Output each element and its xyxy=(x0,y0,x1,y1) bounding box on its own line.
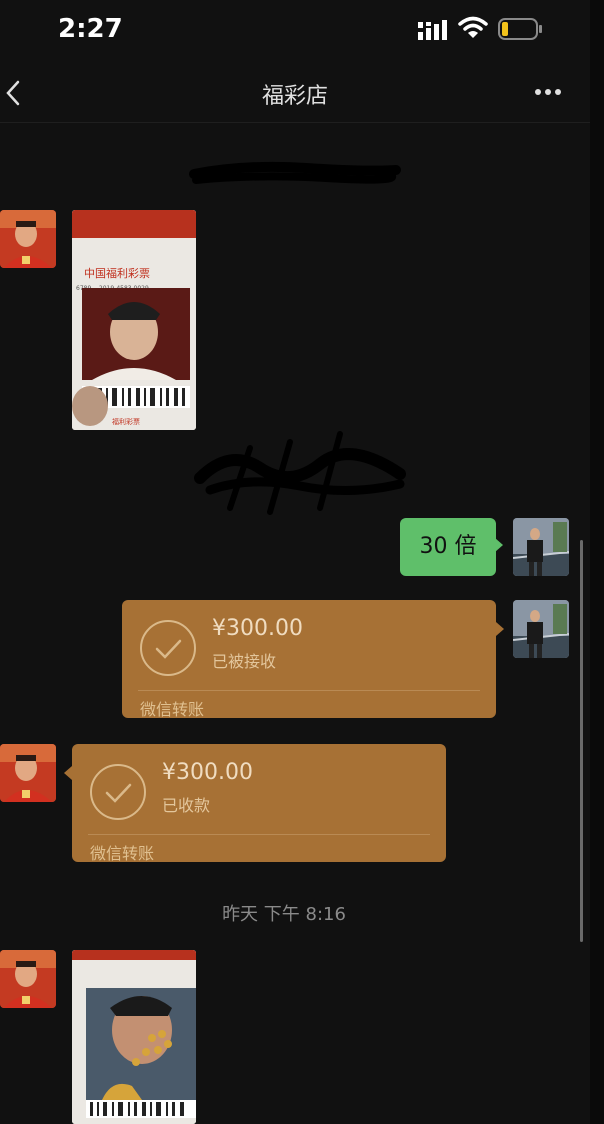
avatar-user[interactable] xyxy=(513,600,569,658)
avatar-shop[interactable] xyxy=(0,744,56,802)
transfer-divider xyxy=(88,834,430,835)
ticket-logo-text: 中国福利彩票 xyxy=(84,266,150,280)
avatar-image xyxy=(513,518,569,576)
redaction-scribble-2 xyxy=(194,431,406,515)
transfer-divider xyxy=(138,690,480,691)
ticket-footer-text: 福利彩票 xyxy=(112,417,140,426)
check-icon xyxy=(90,764,146,820)
avatar-image xyxy=(0,950,56,1008)
avatar-user[interactable] xyxy=(513,518,569,576)
transfer-card-received[interactable]: ¥300.00 已收款 微信转账 xyxy=(64,744,446,863)
avatar-image xyxy=(0,210,56,268)
transfer-amount: ¥300.00 xyxy=(212,616,303,641)
ticket-photo-1[interactable]: 中国福利彩票 6789... 2019-4583 0029 福利彩票 xyxy=(72,210,196,430)
chat-title: 福彩店 xyxy=(261,84,328,109)
ellipsis-icon[interactable] xyxy=(534,88,564,96)
signal-icon xyxy=(418,20,447,40)
chat-scrollbar[interactable] xyxy=(580,540,583,942)
transfer-card-sent[interactable]: ¥300.00 已被接收 微信转账 xyxy=(122,600,504,719)
ticket-photo-2[interactable] xyxy=(72,950,196,1124)
status-time: 2:27 xyxy=(58,14,123,44)
status-bar: 2:27 xyxy=(0,0,604,60)
check-icon xyxy=(140,620,196,676)
lottery-ticket-image-2 xyxy=(72,950,196,1124)
message-timestamp: 昨天 下午 8:16 xyxy=(222,904,346,925)
lottery-ticket-image: 中国福利彩票 6789... 2019-4583 0029 福利彩票 xyxy=(72,210,196,430)
avatar-image xyxy=(513,600,569,658)
battery-icon xyxy=(498,18,542,40)
transfer-status: 已被接收 xyxy=(212,652,277,671)
transfer-status: 已收款 xyxy=(162,796,211,815)
transfer-amount: ¥300.00 xyxy=(162,760,253,785)
transfer-brand: 微信转账 xyxy=(140,700,205,719)
redaction-scribble xyxy=(189,161,401,184)
avatar-image xyxy=(0,744,56,802)
message-bubble-text[interactable]: 30 倍 xyxy=(400,518,503,576)
avatar-shop[interactable] xyxy=(0,950,56,1008)
screen-edge xyxy=(590,0,604,1124)
nav-bar: 福彩店 xyxy=(0,62,590,122)
nav-divider xyxy=(0,122,590,123)
avatar-shop[interactable] xyxy=(0,210,56,268)
transfer-brand: 微信转账 xyxy=(90,844,155,863)
wifi-icon xyxy=(458,16,488,38)
